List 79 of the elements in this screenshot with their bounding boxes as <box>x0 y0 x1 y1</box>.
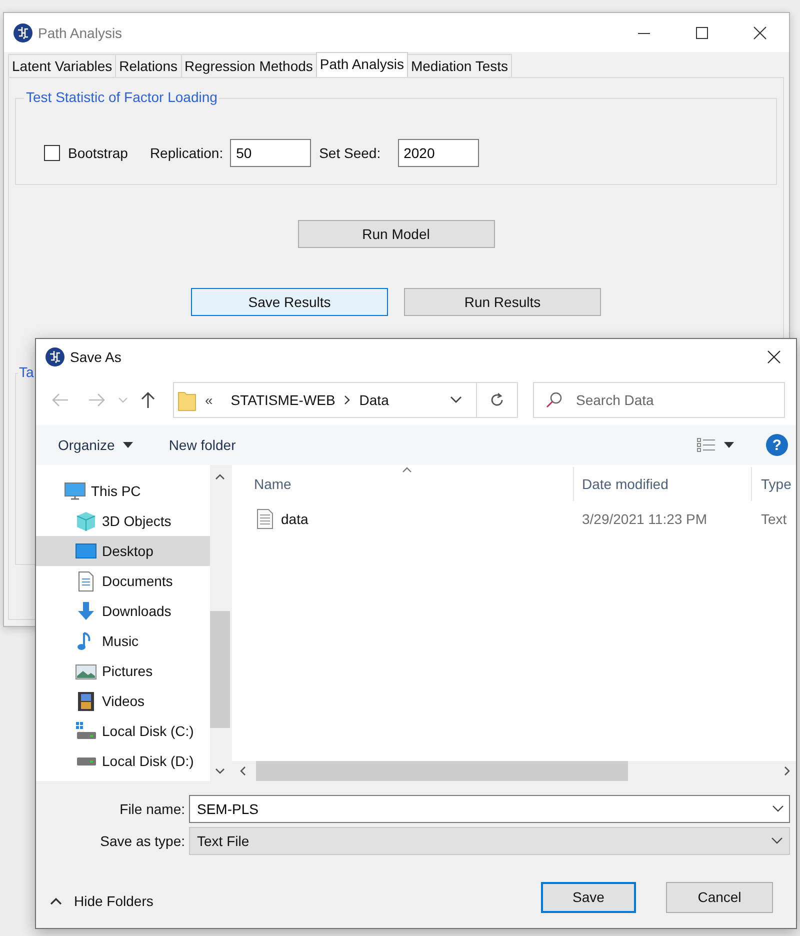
overflow-chevron[interactable]: « <box>205 392 213 408</box>
window-title: Path Analysis <box>38 24 122 40</box>
group-title: Ta <box>18 364 35 380</box>
nav-item[interactable]: Local Disk (C:) <box>36 716 210 746</box>
drive-icon <box>75 756 97 766</box>
scrollbar-thumb[interactable] <box>256 761 628 781</box>
hide-folders-button[interactable]: Hide Folders <box>50 893 154 909</box>
nav-item[interactable]: Music <box>36 626 210 656</box>
tab[interactable]: Path Analysis <box>316 52 408 77</box>
tab[interactable]: Mediation Tests <box>406 54 512 77</box>
chevron-up-icon <box>50 897 62 905</box>
table-cell-text: 3/29/2021 11:23 PM <box>581 510 708 529</box>
sort-caret-icon <box>402 467 412 473</box>
column-header[interactable]: Date modified <box>573 467 751 501</box>
caret-down-icon <box>122 442 133 448</box>
column-header[interactable]: Name <box>232 467 573 501</box>
chevron-down-icon <box>771 837 783 845</box>
caret-down-icon <box>724 442 734 448</box>
film-icon <box>75 690 97 712</box>
monitor-icon <box>64 480 86 502</box>
scrollbar[interactable] <box>210 465 230 781</box>
nav-item[interactable]: Pictures <box>36 656 210 686</box>
table-cell-text: Text <box>760 510 788 529</box>
cube-icon <box>75 510 97 532</box>
app-icon <box>45 347 65 367</box>
button[interactable]: Save Results <box>191 288 388 316</box>
text-file-icon <box>257 509 273 529</box>
drive-icon <box>75 720 97 742</box>
button[interactable]: Save <box>541 882 636 912</box>
seed-field[interactable]: 2020 <box>398 139 479 167</box>
button[interactable]: Run Model <box>298 220 494 248</box>
group-title: Test Statistic of Factor Loading <box>24 89 220 105</box>
chevron-left-icon <box>240 766 246 776</box>
nav-item[interactable]: Local Disk (D:) <box>36 746 210 776</box>
breadcrumb-link[interactable]: Data <box>359 392 389 408</box>
up-arrow-icon[interactable] <box>140 391 156 409</box>
field-label: File name: <box>118 801 186 817</box>
tab[interactable]: Latent Variables <box>8 54 116 77</box>
down-arrow-icon <box>75 600 97 622</box>
chevron-down-icon <box>772 805 784 813</box>
file-type-dropdown[interactable]: Text File <box>189 827 790 855</box>
nav-item[interactable]: Downloads <box>36 596 210 626</box>
checkbox-label: Bootstrap <box>68 145 128 161</box>
search-field[interactable]: Search Data <box>533 382 785 418</box>
replication-field[interactable]: 50 <box>230 139 312 167</box>
refresh-icon <box>489 392 505 408</box>
nav-item[interactable]: Desktop <box>36 536 210 566</box>
breadcrumb-link[interactable]: STATISME-WEB <box>230 392 336 408</box>
scrollbar[interactable] <box>232 761 796 781</box>
nav-item[interactable]: Documents <box>36 566 210 596</box>
chevron-right-icon <box>784 766 790 776</box>
view-menu[interactable] <box>696 437 734 453</box>
checkbox[interactable] <box>44 145 60 161</box>
help-button[interactable]: ? <box>766 434 788 456</box>
chevron-down-icon[interactable] <box>450 396 462 404</box>
details-view-icon <box>696 437 716 453</box>
chevron-up-icon <box>215 474 225 480</box>
new-folder-button[interactable]: New folder <box>168 437 236 453</box>
dialog-title: Save As <box>70 349 122 365</box>
button[interactable]: Run Results <box>404 288 601 316</box>
chevron-right-icon <box>344 395 350 405</box>
tab[interactable]: Regression Methods <box>180 54 317 77</box>
field-label: Set Seed: <box>319 145 381 161</box>
scrollbar-thumb[interactable] <box>210 611 230 728</box>
chevron-down-icon <box>215 768 225 774</box>
desktop-icon <box>75 540 97 562</box>
file-name[interactable]: data <box>281 511 308 527</box>
field-label: Save as type: <box>99 833 186 849</box>
field-label: Replication: <box>150 145 224 161</box>
nav-item[interactable]: Videos <box>36 686 210 716</box>
file-name-field[interactable]: SEM-PLS <box>189 795 790 823</box>
address-bar[interactable]: « STATISME-WEB Data <box>173 382 518 418</box>
organize-menu[interactable]: Organize <box>58 437 133 453</box>
column-header[interactable]: Type <box>751 467 796 501</box>
folder-icon <box>178 389 196 411</box>
nav-item[interactable]: This PC <box>36 476 210 506</box>
button[interactable]: Cancel <box>666 882 773 912</box>
nav-item[interactable]: 3D Objects <box>36 506 210 536</box>
app-icon <box>13 22 33 42</box>
